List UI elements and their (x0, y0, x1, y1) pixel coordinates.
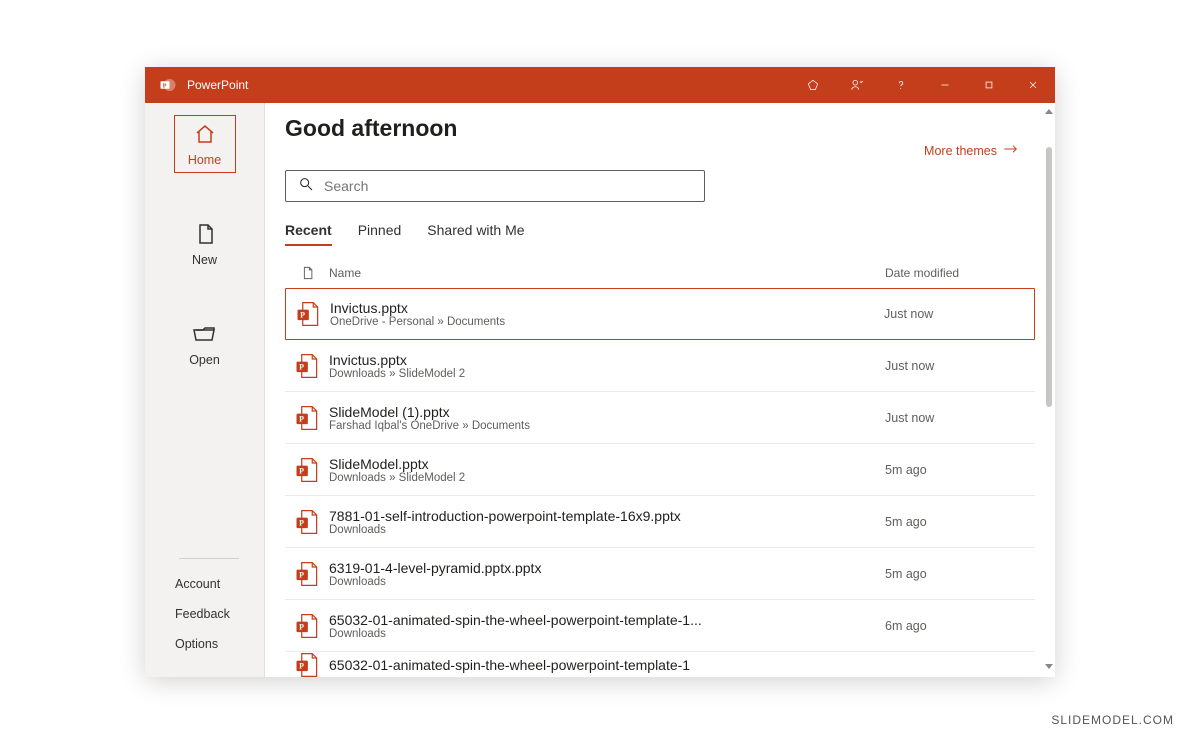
scroll-up-icon[interactable] (1045, 109, 1053, 114)
tab-recent[interactable]: Recent (285, 222, 332, 246)
svg-text:P: P (299, 518, 304, 527)
column-name[interactable]: Name (329, 266, 885, 280)
more-themes-link[interactable]: More themes (924, 143, 1019, 158)
table-row[interactable]: P 6319-01-4-level-pyramid.pptx.pptx Down… (285, 548, 1035, 600)
file-modified: 6m ago (885, 619, 1035, 633)
file-path: Downloads (329, 524, 885, 536)
powerpoint-file-icon: P (286, 300, 330, 328)
sidebar-item-label: Open (189, 353, 220, 367)
sidebar-item-open[interactable]: Open (174, 315, 236, 373)
main-panel: Good afternoon More themes Recent Pinned… (265, 103, 1055, 677)
app-window: P PowerPoint Home New Open (145, 67, 1055, 677)
scroll-thumb[interactable] (1046, 147, 1052, 407)
minimize-button[interactable] (923, 67, 967, 103)
account-icon[interactable] (835, 67, 879, 103)
powerpoint-file-icon: P (285, 404, 329, 432)
powerpoint-file-icon: P (285, 508, 329, 536)
file-modified: 5m ago (885, 463, 1035, 477)
sidebar-bottom: Account Feedback Options (145, 558, 264, 677)
sidebar: Home New Open Account Feedback Options (145, 103, 265, 677)
column-date[interactable]: Date modified (885, 266, 1035, 280)
arrow-right-icon (1003, 143, 1019, 158)
table-row[interactable]: P 65032-01-animated-spin-the-wheel-power… (285, 652, 1035, 677)
file-path: OneDrive - Personal » Documents (330, 316, 884, 328)
file-path: Farshad Iqbal's OneDrive » Documents (329, 420, 885, 432)
powerpoint-file-icon: P (285, 560, 329, 588)
more-themes-label: More themes (924, 144, 997, 158)
open-folder-icon (193, 322, 217, 353)
table-row[interactable]: P Invictus.pptx OneDrive - Personal » Do… (285, 288, 1035, 340)
svg-text:P: P (163, 83, 167, 89)
svg-text:P: P (299, 414, 304, 423)
table-row[interactable]: P SlideModel (1).pptx Farshad Iqbal's On… (285, 392, 1035, 444)
file-name: 6319-01-4-level-pyramid.pptx.pptx (329, 560, 885, 576)
svg-text:P: P (299, 466, 304, 475)
file-path: Downloads » SlideModel 2 (329, 368, 885, 380)
table-row[interactable]: P 7881-01-self-introduction-powerpoint-t… (285, 496, 1035, 548)
file-name: SlideModel.pptx (329, 456, 885, 472)
table-row[interactable]: P Invictus.pptx Downloads » SlideModel 2… (285, 340, 1035, 392)
help-icon[interactable] (879, 67, 923, 103)
sidebar-item-options[interactable]: Options (175, 629, 264, 659)
sidebar-item-account[interactable]: Account (175, 569, 264, 599)
file-modified: Just now (885, 359, 1035, 373)
tab-shared[interactable]: Shared with Me (427, 222, 524, 246)
new-file-icon (193, 222, 217, 253)
powerpoint-file-icon: P (285, 456, 329, 484)
file-modified: Just now (884, 307, 1034, 321)
watermark: SLIDEMODEL.COM (1051, 713, 1174, 727)
file-name: Invictus.pptx (329, 352, 885, 368)
sidebar-item-label: New (192, 253, 217, 267)
search-icon (298, 176, 324, 197)
table-row[interactable]: P SlideModel.pptx Downloads » SlideModel… (285, 444, 1035, 496)
sidebar-item-home[interactable]: Home (174, 115, 236, 173)
titlebar: P PowerPoint (145, 67, 1055, 103)
sidebar-item-feedback[interactable]: Feedback (175, 599, 264, 629)
search-input[interactable] (324, 178, 692, 194)
file-modified: 5m ago (885, 567, 1035, 581)
file-list: Name Date modified P Invictus.pptx OneDr… (285, 256, 1035, 677)
app-name: PowerPoint (187, 78, 248, 92)
content-area: Home New Open Account Feedback Options G… (145, 103, 1055, 677)
file-name: 65032-01-animated-spin-the-wheel-powerpo… (329, 612, 885, 628)
scroll-down-icon[interactable] (1045, 664, 1053, 669)
svg-text:P: P (299, 570, 304, 579)
file-path: Downloads » SlideModel 2 (329, 472, 885, 484)
column-headers: Name Date modified (285, 256, 1035, 288)
file-rows: P Invictus.pptx OneDrive - Personal » Do… (285, 288, 1035, 677)
sidebar-item-new[interactable]: New (174, 215, 236, 273)
file-tabs: Recent Pinned Shared with Me (285, 222, 1035, 246)
file-name: SlideModel (1).pptx (329, 404, 885, 420)
file-modified: 5m ago (885, 515, 1035, 529)
maximize-button[interactable] (967, 67, 1011, 103)
page-title: Good afternoon (285, 115, 1035, 142)
tab-pinned[interactable]: Pinned (358, 222, 402, 246)
powerpoint-file-icon: P (285, 652, 329, 677)
powerpoint-file-icon: P (285, 612, 329, 640)
sidebar-item-label: Home (188, 153, 221, 167)
file-path: Downloads (329, 628, 885, 640)
file-name: 7881-01-self-introduction-powerpoint-tem… (329, 508, 885, 524)
table-row[interactable]: P 65032-01-animated-spin-the-wheel-power… (285, 600, 1035, 652)
file-name: 65032-01-animated-spin-the-wheel-powerpo… (329, 657, 885, 673)
close-button[interactable] (1011, 67, 1055, 103)
svg-text:P: P (299, 362, 304, 371)
premium-icon[interactable] (791, 67, 835, 103)
scrollbar[interactable] (1045, 109, 1053, 669)
svg-text:P: P (299, 661, 304, 670)
search-box[interactable] (285, 170, 705, 202)
file-icon-header (285, 264, 329, 282)
file-name: Invictus.pptx (330, 300, 884, 316)
svg-text:P: P (299, 622, 304, 631)
file-path: Downloads (329, 576, 885, 588)
powerpoint-logo-icon: P (159, 76, 177, 94)
svg-text:P: P (300, 311, 305, 320)
file-modified: Just now (885, 411, 1035, 425)
powerpoint-file-icon: P (285, 352, 329, 380)
home-icon (193, 122, 217, 153)
